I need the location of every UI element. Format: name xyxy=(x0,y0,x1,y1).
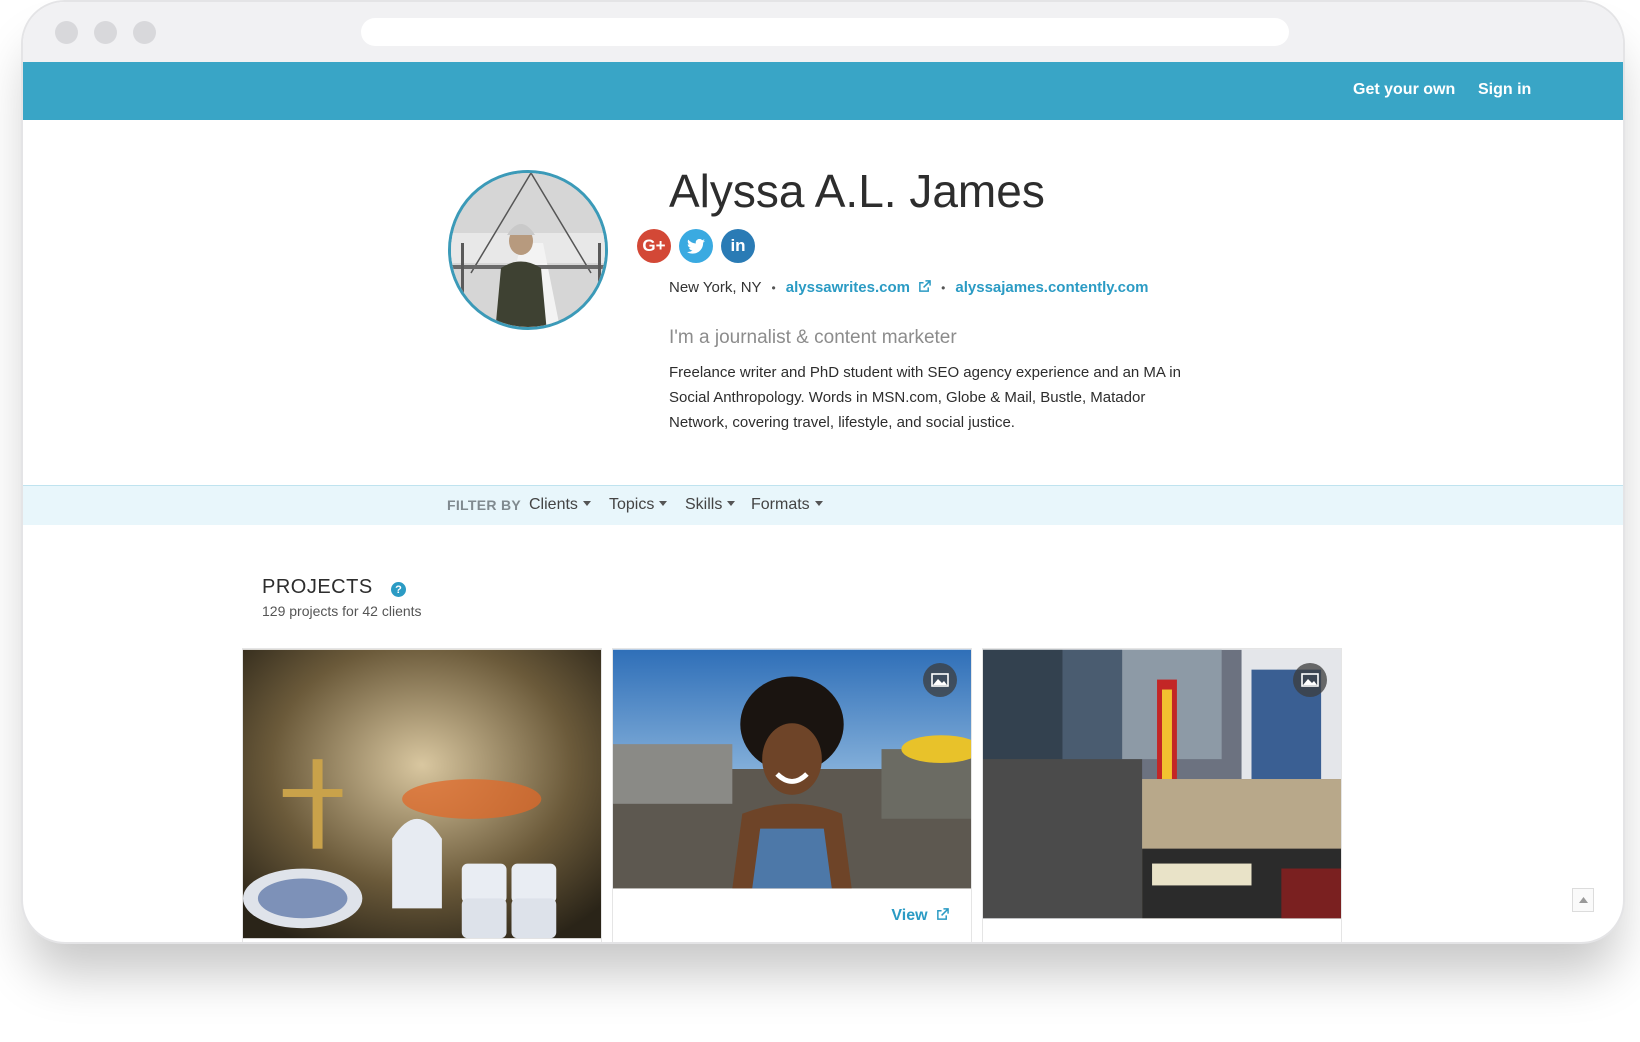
help-icon[interactable]: ? xyxy=(391,582,406,597)
filter-clients-label: Clients xyxy=(529,496,578,513)
profile-meta: New York, NY • alyssawrites.com • alyssa… xyxy=(669,279,1149,296)
caret-down-icon xyxy=(814,501,823,506)
filter-formats-dropdown[interactable]: Formats xyxy=(751,496,823,514)
twitter-bird-icon xyxy=(687,238,705,254)
filter-formats-label: Formats xyxy=(751,496,810,513)
twitter-icon[interactable] xyxy=(679,229,713,263)
apollo-theater-photo xyxy=(983,649,1341,919)
website-link-text: alyssawrites.com xyxy=(785,279,910,296)
website-link[interactable]: alyssawrites.com xyxy=(786,279,931,296)
avatar-photo xyxy=(451,173,605,327)
portfolio-link[interactable]: alyssajames.contently.com xyxy=(955,279,1148,296)
project-card[interactable] xyxy=(982,648,1342,942)
filter-bar: FILTER BY Clients Topics Skills Formats xyxy=(23,485,1623,525)
bio: Freelance writer and PhD student with SE… xyxy=(669,364,1181,431)
external-link-icon xyxy=(937,908,949,920)
linkedin-label: in xyxy=(730,236,746,255)
projects-title: PROJECTS xyxy=(262,576,373,598)
smiling-woman-market-photo xyxy=(613,649,971,889)
meta-separator: • xyxy=(941,280,946,295)
external-link-icon xyxy=(919,280,931,292)
profile-name: Alyssa A.L. James xyxy=(669,165,1045,217)
avatar xyxy=(448,170,608,330)
project-card[interactable] xyxy=(242,648,602,942)
chevron-up-icon xyxy=(1578,897,1588,903)
address-bar[interactable] xyxy=(361,18,1289,46)
window-close-dot[interactable] xyxy=(55,21,78,44)
browser-chrome xyxy=(23,2,1623,62)
top-nav: Get your own Sign in xyxy=(23,62,1623,120)
browser-window: Get your own Sign in Alyssa A.L. James G… xyxy=(21,0,1625,944)
linkedin-icon[interactable]: in xyxy=(721,229,755,263)
caret-down-icon xyxy=(659,501,668,506)
filter-skills-dropdown[interactable]: Skills xyxy=(685,496,736,514)
projects-count: 129 projects for 42 clients xyxy=(262,603,422,619)
filter-label: FILTER BY xyxy=(447,497,521,513)
image-glyph-icon xyxy=(1301,673,1319,687)
caret-down-icon xyxy=(727,501,736,506)
filter-topics-label: Topics xyxy=(609,496,655,513)
antique-teacups-photo xyxy=(243,649,601,939)
location-text: New York, NY xyxy=(669,279,762,296)
filter-topics-dropdown[interactable]: Topics xyxy=(609,496,668,514)
sign-in-link[interactable]: Sign in xyxy=(1478,81,1531,99)
google-plus-icon[interactable]: G+ xyxy=(637,229,671,263)
get-your-own-link[interactable]: Get your own xyxy=(1353,81,1455,99)
filter-clients-dropdown[interactable]: Clients xyxy=(529,496,591,514)
window-minimize-dot[interactable] xyxy=(94,21,117,44)
view-link-text: View xyxy=(891,907,928,924)
window-maximize-dot[interactable] xyxy=(133,21,156,44)
meta-separator: • xyxy=(771,280,776,295)
scroll-to-top-button[interactable] xyxy=(1572,888,1594,912)
image-icon xyxy=(923,663,957,697)
tagline: I'm a journalist & content marketer xyxy=(669,327,957,348)
caret-down-icon xyxy=(582,501,591,506)
filter-skills-label: Skills xyxy=(685,496,723,513)
image-icon xyxy=(1293,663,1327,697)
view-project-link[interactable]: View xyxy=(891,907,949,925)
image-glyph-icon xyxy=(931,673,949,687)
project-card[interactable]: View xyxy=(612,648,972,942)
google-plus-label: G+ xyxy=(642,236,666,255)
